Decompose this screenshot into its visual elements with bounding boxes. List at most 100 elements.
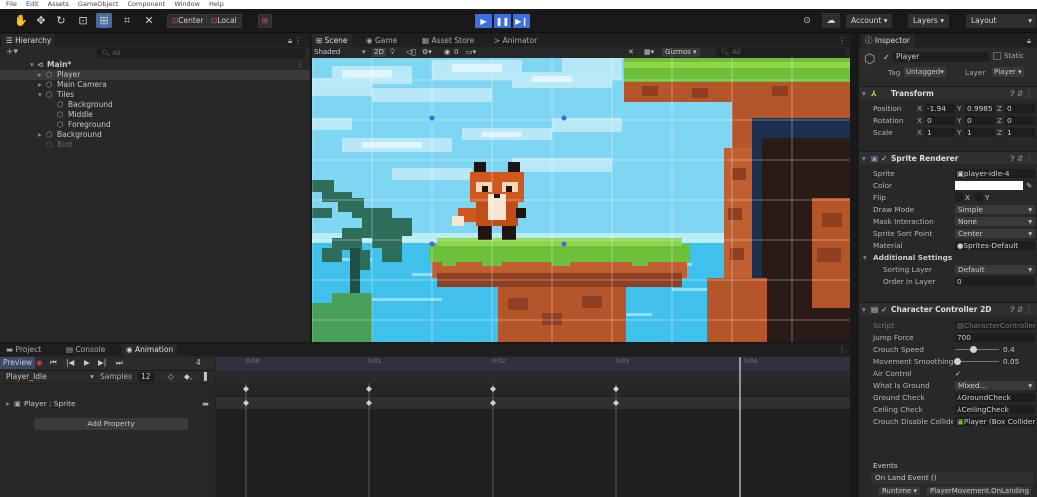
kebab-icon[interactable]: ⋮	[835, 34, 851, 47]
menu-help[interactable]: Help	[209, 0, 224, 8]
pivot-toggle[interactable]: ⊡Center	[167, 14, 209, 28]
flip-y-checkbox[interactable]	[975, 193, 983, 201]
tab-animation[interactable]: ◉ Animation	[122, 344, 178, 356]
tab-asset-store[interactable]: ▦ Asset Store	[418, 34, 478, 47]
step-button[interactable]: ▶❙	[513, 14, 530, 28]
transform-icon[interactable]: ⌗	[120, 13, 134, 28]
transform-header[interactable]: ▾ ⅄ Transform ❓︎ ⇵ ⋮	[859, 86, 1037, 99]
scale-icon[interactable]: ⊡	[76, 13, 90, 28]
runtime-dropdown[interactable]: Runtime ▾	[879, 487, 920, 495]
menu-gameobject[interactable]: GameObject	[78, 0, 119, 8]
crouch-disable-field[interactable]: ▣Player (Box Collider 2D)	[955, 417, 1035, 426]
event-marker-icon[interactable]: ▌	[204, 371, 210, 383]
scene-root-row[interactable]: ▾ ⊲ Main* ⋮	[0, 60, 310, 70]
menu-edit[interactable]: Edit	[26, 0, 39, 8]
record-button[interactable]: ◉	[36, 357, 43, 369]
static-checkbox[interactable]	[993, 52, 1001, 60]
render-icon[interactable]: ▦▾	[644, 47, 654, 58]
scale-y-input[interactable]: 1	[965, 128, 995, 137]
preview-toggle[interactable]: Preview	[0, 357, 36, 369]
sorting-layer-dropdown[interactable]: Default ▾	[955, 265, 1035, 274]
layout-dropdown[interactable]: Layout ▾	[966, 14, 1036, 28]
property-row[interactable]: ▸ ▣ Player : Sprite ▬	[0, 398, 215, 410]
movement-smoothing-slider[interactable]	[955, 361, 999, 362]
play-button[interactable]: ▶	[475, 14, 492, 28]
chevron-down-icon[interactable]: ▾	[362, 47, 366, 58]
effects-icon[interactable]: ⚙︎▾	[422, 47, 432, 58]
hierarchy-item-foreground[interactable]: ⬡ Foreground	[0, 120, 310, 130]
draw-mode-dropdown[interactable]: Simple ▾	[955, 205, 1035, 214]
prev-keyframe-button[interactable]: |◀	[66, 357, 74, 369]
scene-viewport[interactable]	[312, 58, 850, 342]
rotation-x-input[interactable]: 0	[925, 116, 955, 125]
hierarchy-item-main-camera[interactable]: ▸ ⬡ Main Camera	[0, 80, 310, 90]
position-y-input[interactable]: 0.9985	[965, 104, 995, 113]
material-field[interactable]: ●Sprites-Default	[955, 241, 1035, 250]
hierarchy-item-background-2[interactable]: ▸ ⬡ Background	[0, 130, 310, 140]
audio-icon[interactable]: ◁ﾞ	[406, 47, 416, 58]
tab-console[interactable]: ▤ Console	[62, 344, 109, 356]
sprite-renderer-header[interactable]: ▾ ▣ ✓ Sprite Renderer ❓︎ ⇵ ⋮	[859, 151, 1037, 164]
lighting-icon[interactable]: 💡︎	[390, 47, 395, 58]
additional-settings-row[interactable]: ▾ Additional Settings	[859, 252, 1037, 263]
enabled-checkbox[interactable]: ✓	[881, 303, 887, 316]
current-frame-field[interactable]: 4	[196, 357, 201, 369]
position-x-input[interactable]: -1.94	[925, 104, 955, 113]
menu-assets[interactable]: Assets	[48, 0, 69, 8]
layer-dropdown[interactable]: Player ▾	[992, 67, 1024, 77]
pause-button[interactable]: ❚❚	[494, 14, 511, 28]
rect-icon[interactable]: ⊞	[96, 13, 112, 28]
flip-x-checkbox[interactable]	[955, 193, 963, 201]
sort-point-dropdown[interactable]: Center ▾	[955, 229, 1035, 238]
hierarchy-item-background[interactable]: ⬡ Background	[0, 100, 310, 110]
gizmos-dropdown[interactable]: Gizmos ▾	[662, 48, 700, 57]
movement-smoothing-thumb[interactable]	[954, 358, 962, 365]
collab-icon[interactable]: ⊙	[800, 13, 814, 28]
ceiling-check-field[interactable]: ⅄CeilingCheck	[955, 405, 1035, 414]
tab-project[interactable]: ▬ Project	[2, 344, 45, 356]
air-control-checkbox[interactable]: ✓	[955, 368, 961, 379]
visibility-icon[interactable]: ◉	[444, 47, 450, 58]
active-checkbox[interactable]: ✓	[883, 53, 890, 62]
scene-search-input[interactable]: 🔍︎ All	[716, 48, 846, 57]
layers-dropdown[interactable]: Layers ▾	[908, 14, 949, 28]
crouch-speed-thumb[interactable]	[969, 346, 977, 353]
hierarchy-item-bird[interactable]: ⬡ Bird	[0, 140, 310, 150]
tools-icon[interactable]: ✕	[628, 47, 634, 58]
rotation-z-input[interactable]: 0	[1005, 116, 1035, 125]
cloud-icon[interactable]: ☁	[822, 13, 840, 28]
mode-2d-toggle[interactable]: 2D	[372, 48, 386, 57]
camera-icon[interactable]: ▭▾	[466, 47, 476, 58]
tab-hierarchy[interactable]: ☰ Hierarchy	[2, 34, 56, 47]
add-property-button[interactable]: Add Property	[34, 418, 188, 430]
crouch-speed-input[interactable]: 0.4	[1003, 344, 1015, 355]
add-icon[interactable]: +▾	[6, 47, 18, 57]
object-name-input[interactable]: Player	[893, 52, 989, 62]
custom-tool-icon[interactable]: ✕	[142, 13, 156, 28]
menu-file[interactable]: File	[6, 0, 17, 8]
shading-dropdown[interactable]: Shaded	[314, 47, 340, 58]
grid-snap-icon[interactable]: ⊞	[258, 14, 272, 28]
what-is-ground-dropdown[interactable]: Mixed... ▾	[955, 381, 1035, 390]
rotation-y-input[interactable]: 0	[965, 116, 995, 125]
hierarchy-search-input[interactable]: 🔍︎ All	[96, 48, 306, 58]
scale-x-input[interactable]: 1	[925, 128, 955, 137]
add-keyframe-icon[interactable]: ◇	[168, 371, 174, 383]
order-in-layer-input[interactable]: 0	[955, 277, 1035, 286]
clip-dropdown[interactable]: Player_Idle	[6, 371, 47, 383]
crouch-speed-slider[interactable]	[955, 349, 999, 350]
timeline[interactable]: 0:00 0:01 0:02 0:03 0:04	[216, 357, 850, 497]
mask-dropdown[interactable]: None ▾	[955, 217, 1035, 226]
account-dropdown[interactable]: Account ▾	[846, 14, 893, 28]
tab-animator[interactable]: ≻ Animator	[490, 34, 541, 47]
position-z-input[interactable]: 0	[1005, 104, 1035, 113]
rotate-icon[interactable]: ↻	[54, 13, 68, 28]
next-keyframe-button[interactable]: ▶|	[98, 357, 106, 369]
menu-window[interactable]: Window	[174, 0, 200, 8]
property-menu-icon[interactable]: ▬	[202, 398, 209, 410]
sprite-field[interactable]: ▣player-idle-4	[955, 169, 1035, 178]
scale-z-input[interactable]: 1	[1005, 128, 1035, 137]
hierarchy-item-tiles[interactable]: ▾ ⬡ Tiles	[0, 90, 310, 100]
tag-dropdown[interactable]: Untagged▾	[904, 67, 946, 77]
samples-input[interactable]: 12	[138, 372, 154, 382]
